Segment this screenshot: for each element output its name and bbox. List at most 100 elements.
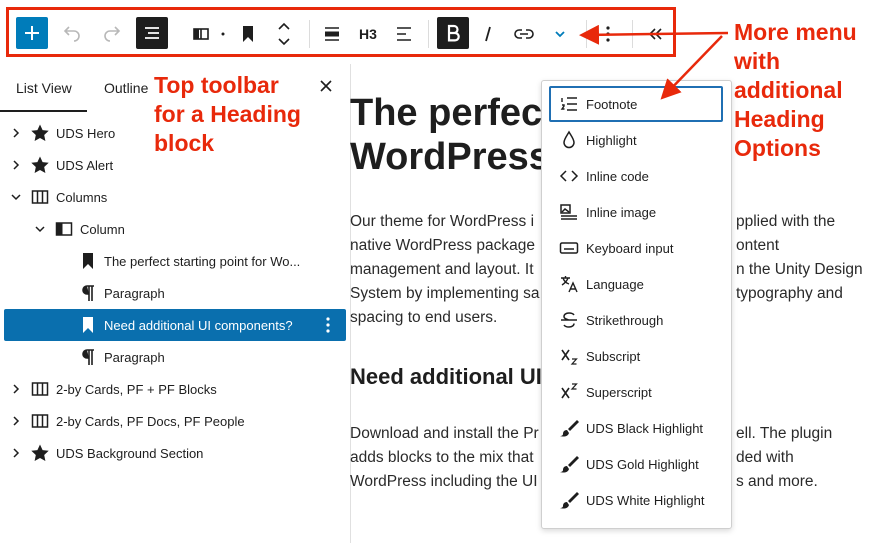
columns-icon [31,414,49,428]
menu-item-label: Keyboard input [586,241,674,256]
inline-image-icon [560,204,577,220]
paragraph-line[interactable]: native WordPress package [350,234,535,258]
list-item-paragraph[interactable]: Paragraph [4,277,346,309]
paragraph-line-right[interactable]: ell. The plugin [736,422,832,446]
bookmark-icon [83,317,93,333]
menu-item-label: Subscript [586,349,641,364]
star-icon [31,444,49,461]
paragraph-line-right[interactable]: s and more. [736,470,818,494]
toolbar-highlight-box [6,7,676,57]
menu-item-inline-image[interactable]: Inline image [549,194,723,230]
list-item-columns[interactable]: Columns [4,181,346,213]
list-item-heading[interactable]: The perfect starting point for Wo... [4,245,346,277]
paragraph-icon [82,349,94,365]
menu-item-keyboard-input[interactable]: Keyboard input [549,230,723,266]
list-item-column[interactable]: Column [4,213,346,245]
chevron-right-icon[interactable] [10,159,22,171]
more-rich-text-menu: Footnote Highlight Inline code Inline im… [541,80,732,529]
menu-item-label: Highlight [586,133,637,148]
list-item-cards-blocks[interactable]: 2-by Cards, PF + PF Blocks [4,373,346,405]
menu-item-label: Superscript [586,385,652,400]
brush-icon [560,456,579,473]
close-icon [320,80,332,92]
active-tab-indicator [0,110,87,112]
menu-item-superscript[interactable]: Superscript [549,374,723,410]
list-item-label: Column [80,221,125,237]
menu-item-uds-black-highlight[interactable]: UDS Black Highlight [549,410,723,446]
list-item-cards-docs[interactable]: 2-by Cards, PF Docs, PF People [4,405,346,437]
list-item-label: 2-by Cards, PF + PF Blocks [56,381,217,397]
column-icon [55,222,73,236]
chevron-right-icon[interactable] [10,383,22,395]
list-item-label: Need additional UI components? [104,317,293,333]
strikethrough-icon [561,312,577,328]
menu-item-label: Inline code [586,169,649,184]
superscript-icon [561,383,578,399]
paragraph-line[interactable]: management and layout. It [350,258,534,282]
star-icon [31,156,49,173]
paragraph-line[interactable]: Download and install the Pr [350,422,539,446]
list-item-label: UDS Hero [56,125,116,141]
annotation-toolbar-line: for a Heading [154,101,301,127]
annotation-menu-line: Options [734,135,821,161]
chevron-down-icon[interactable] [34,223,46,235]
brush-icon [560,420,579,437]
columns-icon [31,190,49,204]
menu-item-language[interactable]: Language [549,266,723,302]
paragraph-line-right[interactable]: n the Unity Design [736,258,863,282]
columns-icon [31,382,49,396]
list-item-label: UDS Background Section [56,445,204,461]
tab-list-view[interactable]: List View [16,80,72,96]
paragraph-line-right[interactable]: typography and [736,282,843,306]
close-sidebar-button[interactable] [318,78,334,94]
more-vertical-icon[interactable] [326,317,330,333]
menu-item-highlight[interactable]: Highlight [549,122,723,158]
list-item-label: The perfect starting point for Wo... [104,253,301,269]
chevron-right-icon[interactable] [10,447,22,459]
heading-block-line-2[interactable]: WordPress [350,134,550,180]
annotation-menu-line: additional [734,77,843,103]
paragraph-line-right[interactable]: ded with [736,446,794,470]
star-icon [31,124,49,141]
menu-item-uds-gold-highlight[interactable]: UDS Gold Highlight [549,446,723,482]
list-item-paragraph[interactable]: Paragraph [4,341,346,373]
bookmark-icon [83,253,93,269]
list-item-heading-selected[interactable]: Need additional UI components? [4,309,346,341]
annotation-menu-line: More menu [734,19,857,45]
heading-block-line-1[interactable]: The perfect [350,90,555,136]
annotation-toolbar-line: Top toolbar [154,72,279,98]
menu-item-footnote[interactable]: Footnote [549,86,723,122]
paragraph-line[interactable]: System by implementing sa [350,282,540,306]
chevron-down-icon[interactable] [10,191,22,203]
list-item-label: UDS Alert [56,157,114,173]
menu-item-subscript[interactable]: Subscript [549,338,723,374]
keyboard-icon [559,242,579,254]
tab-outline[interactable]: Outline [104,80,148,96]
list-item-label: 2-by Cards, PF Docs, PF People [56,413,245,429]
paragraph-line[interactable]: Our theme for WordPress i [350,210,534,234]
subheading-block[interactable]: Need additional UI [350,364,542,390]
droplet-icon [563,130,575,149]
brush-icon [560,492,579,509]
paragraph-line[interactable]: WordPress including the UI [350,470,538,494]
menu-item-uds-white-highlight[interactable]: UDS White Highlight [549,482,723,518]
annotation-toolbar-line: block [154,130,215,156]
menu-item-inline-code[interactable]: Inline code [549,158,723,194]
paragraph-line[interactable]: spacing to end users. [350,306,497,330]
menu-item-label: Footnote [586,97,638,112]
paragraph-line-right[interactable]: ontent [736,234,779,258]
paragraph-line-right[interactable]: pplied with the [736,210,835,234]
list-item-label: Paragraph [104,285,165,301]
chevron-right-icon[interactable] [10,415,22,427]
paragraph-icon [82,285,94,301]
list-item-uds-background[interactable]: UDS Background Section [4,437,346,469]
menu-item-label: UDS Black Highlight [586,421,704,436]
list-item-label: Paragraph [104,349,165,365]
menu-item-label: Inline image [586,205,657,220]
footnote-icon [560,97,577,111]
annotation-menu-line: Heading [734,106,825,132]
paragraph-line[interactable]: adds blocks to the mix that [350,446,534,470]
chevron-right-icon[interactable] [10,127,22,139]
menu-item-strikethrough[interactable]: Strikethrough [549,302,723,338]
menu-item-label: UDS White Highlight [586,493,705,508]
